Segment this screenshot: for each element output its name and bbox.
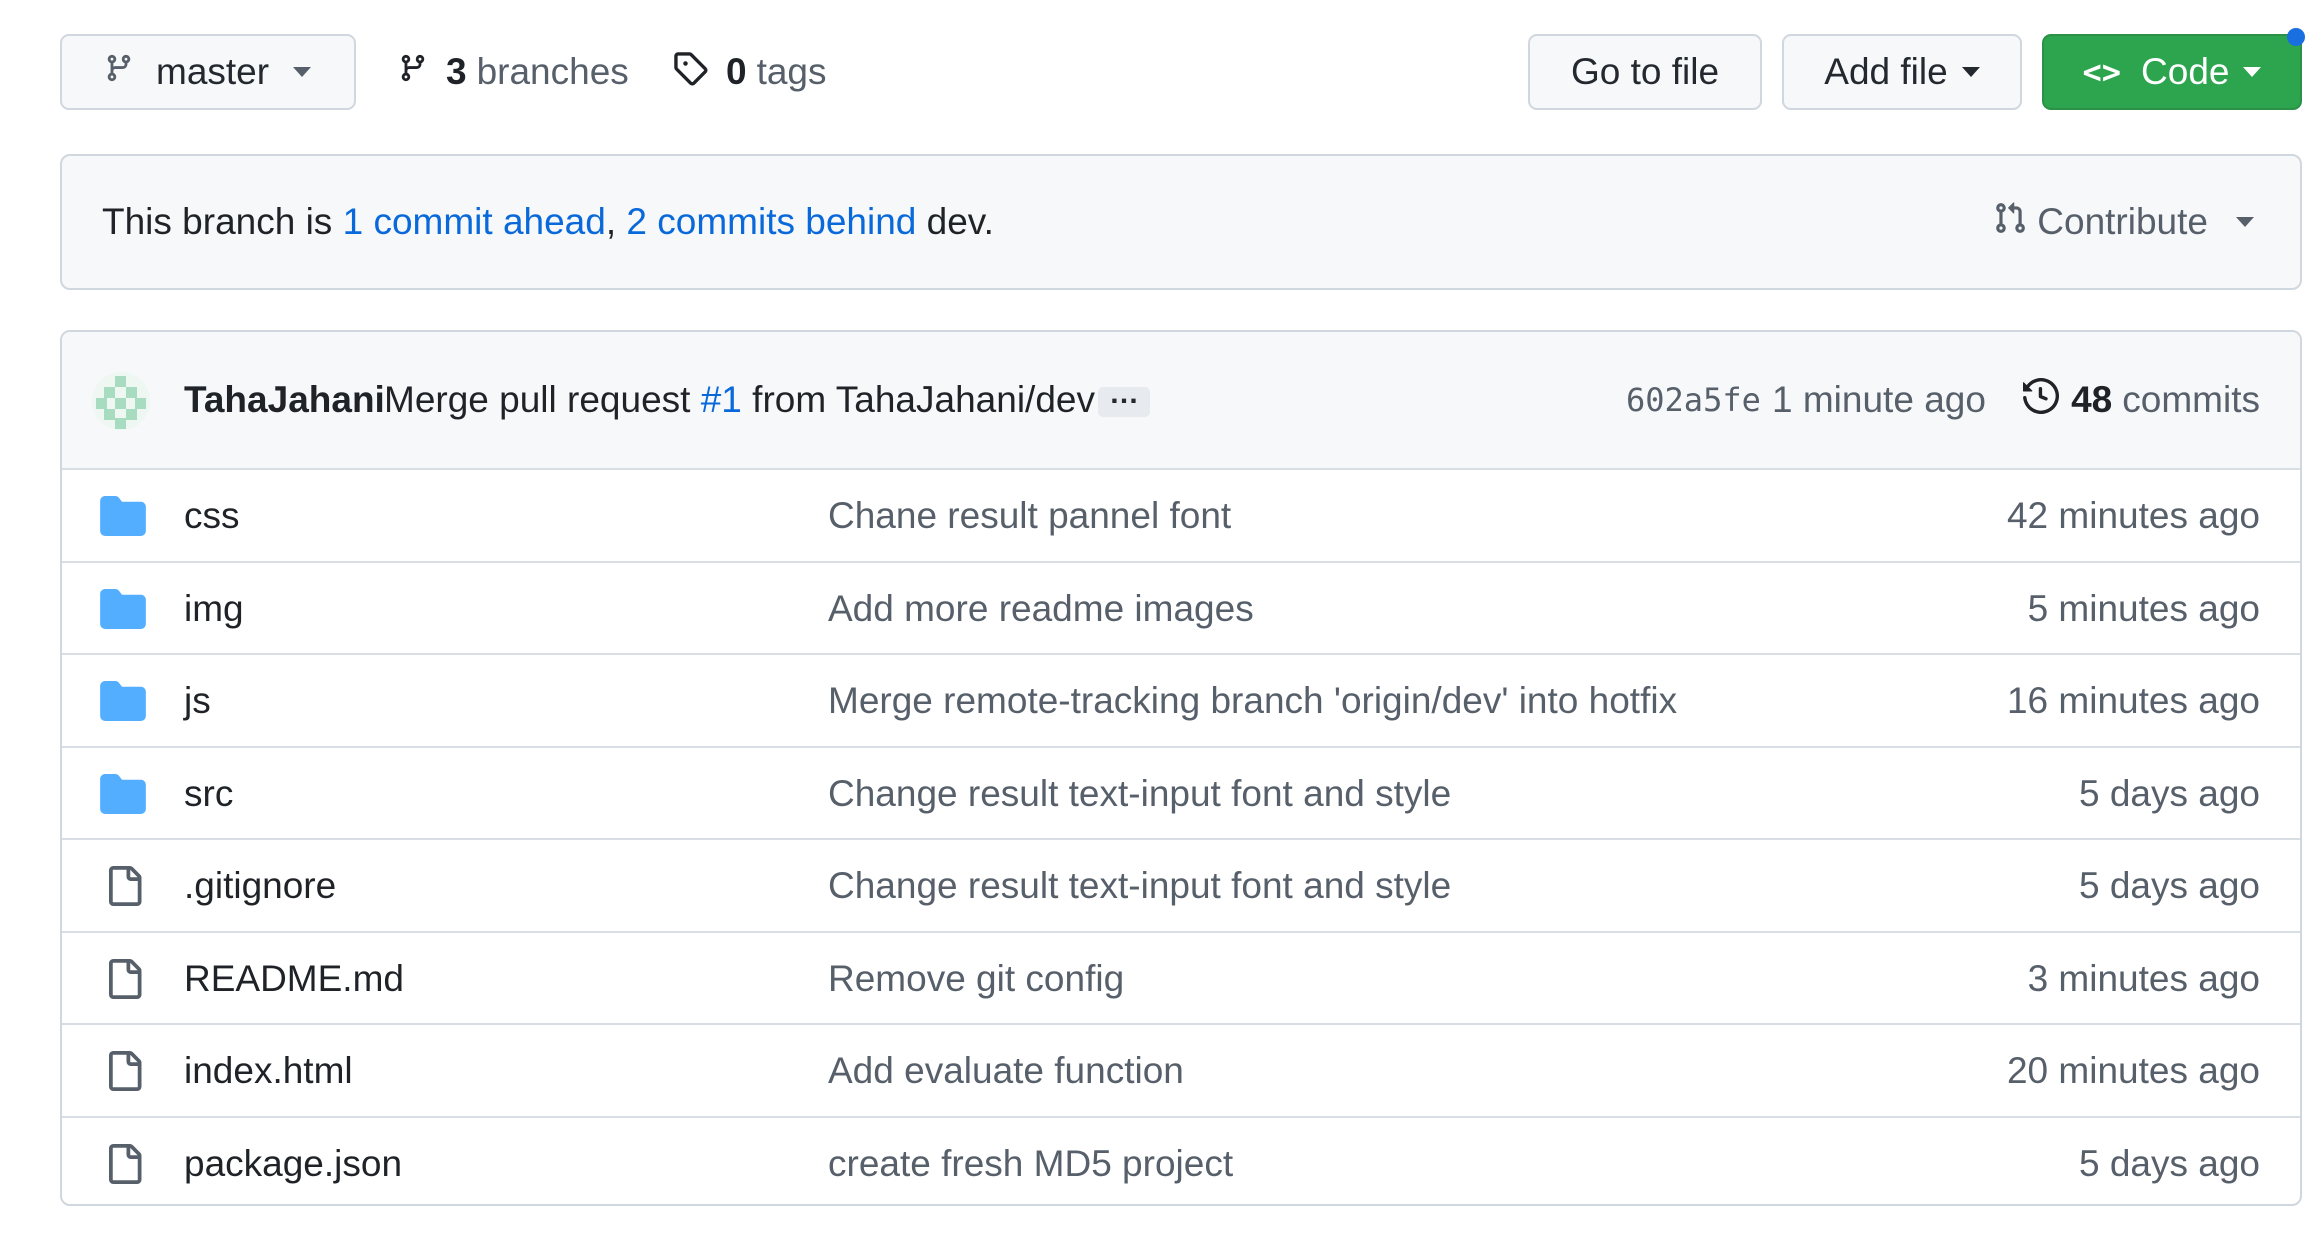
go-to-file-button[interactable]: Go to file [1528, 34, 1762, 110]
file-commit-message-link[interactable]: Add more readme images [828, 588, 1254, 630]
git-branch-icon [104, 50, 134, 95]
file-name-link[interactable]: css [184, 495, 240, 537]
repo-file-browser: master 3 branches 0 tags Go to file Add … [0, 0, 2316, 1236]
folder-icon [100, 496, 146, 536]
commits-label: commits [2122, 379, 2260, 420]
file-icon [104, 1142, 150, 1184]
git-branch-icon [398, 50, 428, 95]
file-name-link[interactable]: img [184, 588, 244, 630]
file-commit-message-link[interactable]: Chane result pannel font [828, 495, 1231, 537]
table-row[interactable]: README.md Remove git config 3 minutes ago [62, 930, 2300, 1025]
file-commit-message-link[interactable]: Add evaluate function [828, 1050, 1184, 1092]
notification-dot [2287, 28, 2305, 46]
file-name-link[interactable]: package.json [184, 1143, 402, 1185]
folder-icon [100, 773, 146, 814]
file-list: TahaJahani Merge pull request #1 from Ta… [60, 330, 2302, 1206]
file-icon [104, 1049, 150, 1091]
git-pull-request-icon [1993, 199, 2027, 246]
contribute-label: Contribute [2037, 201, 2208, 242]
file-commit-age: 20 minutes ago [2006, 1050, 2260, 1091]
chevron-down-icon [1961, 67, 1980, 77]
branch-status-prefix: This branch is [102, 201, 343, 242]
pull-request-link[interactable]: #1 [701, 379, 742, 420]
file-name-link[interactable]: .gitignore [184, 865, 336, 907]
go-to-file-label: Go to file [1570, 51, 1720, 92]
file-commit-message-link[interactable]: Change result text-input font and style [828, 865, 1451, 907]
contribute-button[interactable]: Contribute [1993, 156, 2254, 288]
commit-time: 1 minute ago [1772, 379, 1986, 420]
table-row[interactable]: css Chane result pannel font 42 minutes ag… [62, 468, 2300, 562]
commits-ahead-link[interactable]: 1 commit ahead [343, 201, 606, 243]
table-row[interactable]: .gitignore Change result text-input font … [62, 838, 2300, 932]
table-row[interactable]: index.html Add evaluate function 20 minute… [62, 1023, 2300, 1117]
expand-commit-message-button[interactable]: … [1098, 379, 1150, 417]
code-label: Code [2141, 51, 2230, 92]
file-name-link[interactable]: README.md [184, 958, 404, 1000]
file-commit-message-link[interactable]: Merge remote-tracking branch 'origin/dev… [828, 680, 1677, 722]
add-file-button[interactable]: Add file [1782, 34, 2022, 110]
branches-label: branches [476, 51, 629, 92]
folder-icon [100, 588, 146, 629]
tag-icon [672, 50, 708, 95]
chevron-down-icon [2236, 217, 2254, 227]
tags-count: 0 [726, 51, 747, 92]
folder-icon [100, 681, 146, 721]
branch-selector-button[interactable]: master [60, 34, 356, 110]
branch-status-separator: , [605, 201, 627, 242]
file-commit-age: 5 minutes ago [2027, 587, 2260, 629]
chevron-down-icon [293, 67, 312, 77]
tags-link[interactable]: 0 tags [672, 34, 827, 110]
branches-count: 3 [446, 51, 467, 92]
file-commit-age: 3 minutes ago [2027, 957, 2260, 999]
code-icon: <> [2082, 53, 2122, 91]
table-row[interactable]: src Change result text-input font and sty… [62, 745, 2300, 840]
branch-status-banner: This branch is 1 commit ahead , 2 commit… [60, 154, 2302, 290]
branch-status-suffix: dev. [916, 201, 994, 242]
commit-sha-link[interactable]: 602a5fe [1626, 381, 1761, 419]
commit-author-link[interactable]: TahaJahani [184, 379, 385, 421]
file-name-link[interactable]: src [184, 773, 233, 815]
file-icon [104, 864, 150, 906]
file-commit-age: 16 minutes ago [2006, 680, 2260, 721]
avatar[interactable] [92, 372, 150, 430]
branches-link[interactable]: 3 branches [398, 34, 629, 110]
latest-commit-bar: TahaJahani Merge pull request #1 from Ta… [62, 332, 2300, 470]
table-row[interactable]: js Merge remote-tracking branch 'origin/d… [62, 653, 2300, 747]
file-commit-age: 42 minutes ago [2006, 495, 2260, 536]
table-row[interactable]: img Add more readme images 5 minutes ago [62, 560, 2300, 655]
file-commit-age: 5 days ago [2078, 1142, 2260, 1184]
file-commit-age: 5 days ago [2078, 772, 2260, 814]
table-row[interactable]: package.json create fresh MD5 project 5 da… [62, 1115, 2300, 1205]
tags-label: tags [756, 51, 827, 92]
commit-history-link[interactable]: 48 commits [2023, 377, 2260, 423]
file-commit-message-link[interactable]: Change result text-input font and style [828, 773, 1451, 815]
file-name-link[interactable]: index.html [184, 1050, 353, 1092]
commits-behind-link[interactable]: 2 commits behind [626, 201, 916, 243]
commit-message-suffix: from TahaJahani/dev [741, 379, 1095, 420]
commits-count: 48 [2071, 379, 2113, 420]
branch-name: master [156, 51, 270, 92]
history-icon [2023, 377, 2060, 423]
file-name-link[interactable]: js [184, 680, 211, 722]
chevron-down-icon [2243, 67, 2262, 77]
file-commit-age: 5 days ago [2078, 865, 2260, 906]
code-button[interactable]: <> Code [2042, 34, 2302, 110]
file-commit-message-link[interactable]: Remove git config [828, 958, 1124, 1000]
add-file-label: Add file [1824, 51, 1948, 92]
file-commit-message-link[interactable]: create fresh MD5 project [828, 1143, 1233, 1185]
commit-message-prefix: Merge pull request [384, 379, 701, 420]
file-icon [104, 957, 150, 999]
commit-message[interactable]: Merge pull request #1 from TahaJahani/de… [384, 379, 1095, 421]
repo-toolbar: master 3 branches 0 tags Go to file Add … [60, 34, 2302, 114]
